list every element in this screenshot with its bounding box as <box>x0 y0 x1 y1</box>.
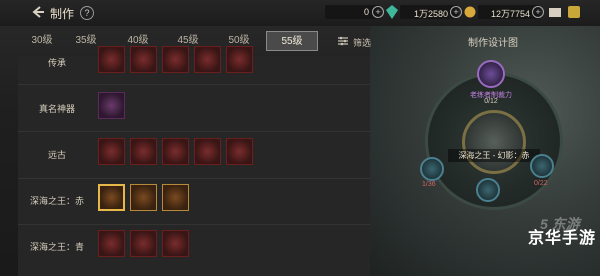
recipe-slot-selected[interactable] <box>98 184 125 211</box>
add-currency-2-button[interactable]: + <box>450 6 462 18</box>
filter-label[interactable]: 筛选 <box>353 36 371 49</box>
recipe-slot[interactable] <box>162 230 189 257</box>
recipe-slot[interactable] <box>226 46 253 73</box>
recipe-list: 传承 真名神器 远古 深海之王：赤 深海之王：青 <box>18 46 370 276</box>
add-currency-1-button[interactable]: + <box>372 6 384 18</box>
list-row: 远古 <box>18 138 370 174</box>
recipe-slot[interactable] <box>98 230 125 257</box>
gem-currency-icon <box>386 5 398 19</box>
recipe-slot[interactable] <box>98 46 125 73</box>
currency-3-value: 12万7754 <box>490 9 530 19</box>
recipe-slot[interactable] <box>194 46 221 73</box>
recipe-slot[interactable] <box>130 230 157 257</box>
page-title: 制作 <box>50 7 75 21</box>
recipe-slot[interactable] <box>194 138 221 165</box>
row-label: 深海之王：赤 <box>29 196 84 206</box>
recipe-slot[interactable] <box>130 138 157 165</box>
top-bar: 制作 ? 0 + 1万2580 + 12万7754 + <box>0 0 600 26</box>
right-node-count: 0/22 <box>534 180 548 187</box>
left-material-node[interactable] <box>420 157 444 181</box>
recipe-slot[interactable] <box>98 138 125 165</box>
filter-icon[interactable] <box>337 35 349 47</box>
back-arrow-icon[interactable] <box>30 4 46 20</box>
notification-icon[interactable] <box>568 6 580 18</box>
recipe-slot[interactable] <box>162 184 189 211</box>
bottom-material-node[interactable] <box>476 178 500 202</box>
center-item[interactable] <box>462 110 526 174</box>
recipe-slot[interactable] <box>130 184 157 211</box>
recipe-slot[interactable] <box>130 46 157 73</box>
list-row: 真名神器 <box>18 92 370 128</box>
row-label: 深海之王：青 <box>29 242 84 252</box>
center-item-name: 深海之王 - 幻影：赤 <box>448 149 540 162</box>
moon-currency-icon <box>313 7 318 17</box>
diagram-title: 制作设计图 <box>468 38 518 49</box>
row-label: 远古 <box>47 150 66 160</box>
recipe-slot[interactable] <box>226 138 253 165</box>
help-icon[interactable]: ? <box>80 6 94 20</box>
recipe-slot[interactable] <box>162 138 189 165</box>
list-row: 深海之王：青 <box>18 230 370 266</box>
row-label: 传承 <box>47 58 66 68</box>
tab-level-55[interactable]: 55级 <box>266 31 318 51</box>
watermark-text: 京华手游 <box>528 230 597 247</box>
list-row: 传承 <box>18 46 370 76</box>
left-node-count: 1/36 <box>422 181 436 188</box>
list-row: 深海之王：赤 <box>18 184 370 220</box>
top-material-node[interactable] <box>477 60 505 88</box>
top-node-count: 0/12 <box>484 98 498 105</box>
recipe-slot[interactable] <box>162 46 189 73</box>
recipe-slot[interactable] <box>98 92 125 119</box>
tab-level-30[interactable]: 30级 <box>18 31 66 51</box>
mail-icon[interactable] <box>549 8 561 17</box>
currency-1-value: 0 <box>363 7 369 17</box>
right-material-node[interactable] <box>530 154 554 178</box>
gold-coin-icon <box>464 6 476 18</box>
add-currency-3-button[interactable]: + <box>532 6 544 18</box>
row-label: 真名神器 <box>38 104 75 114</box>
currency-2-value: 1万2580 <box>413 9 448 19</box>
